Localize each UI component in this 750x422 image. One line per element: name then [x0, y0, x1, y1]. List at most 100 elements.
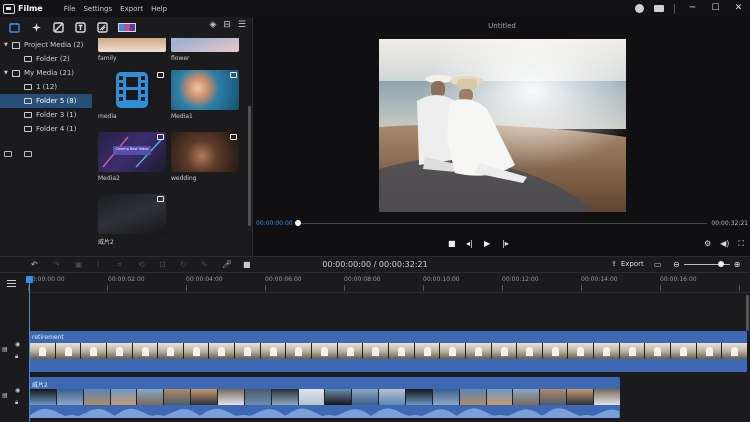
media-item-flower[interactable]: flower — [171, 38, 239, 62]
close-button[interactable]: ✕ — [727, 0, 750, 17]
zoom-handle[interactable] — [717, 261, 724, 267]
export-icon: ⇪ — [611, 260, 617, 268]
preview-canvas[interactable] — [379, 39, 626, 212]
menu-settings[interactable]: Settings — [83, 5, 112, 13]
clip-name: 威片2 — [32, 382, 48, 389]
stop-button[interactable]: ■ — [448, 239, 456, 248]
ruler-tick — [660, 285, 661, 291]
media-library: family flower media Media1 Cinema Rest V… — [92, 38, 252, 256]
volume-icon[interactable]: ◀) — [720, 239, 729, 249]
filmstrip-frame — [54, 343, 81, 359]
crop-icon[interactable]: ⌗ — [117, 260, 122, 270]
tree-item-folder-3[interactable]: Folder 3 (1) — [0, 108, 92, 122]
visibility-eye-icon[interactable]: ◉ — [15, 387, 20, 394]
filmstrip-frame — [485, 389, 513, 405]
timeline-scrollbar[interactable] — [746, 295, 749, 331]
tree-item-project-media[interactable]: ▼ Project Media (2) — [0, 38, 92, 52]
visibility-eye-icon[interactable]: ◉ — [15, 341, 20, 348]
time-ruler[interactable]: 00:00:00:00 00:00:02:00 00:00:04:00 00:0… — [28, 273, 750, 293]
filmstrip-frame — [270, 389, 298, 405]
filmstrip-frame — [378, 389, 406, 405]
tree-item-label: My Media (21) — [24, 69, 75, 77]
transition-icon[interactable] — [94, 20, 110, 36]
zoom-slider[interactable] — [683, 261, 730, 267]
rotate-icon[interactable]: ↻ — [180, 260, 187, 269]
ruler-tick — [265, 285, 266, 291]
ruler-tick — [502, 285, 503, 291]
filmstrip-frame — [593, 343, 619, 359]
preview-progress-handle[interactable] — [295, 220, 301, 226]
export-button[interactable]: ⇪ Export — [611, 260, 644, 268]
menu-file[interactable]: File — [64, 5, 76, 13]
media-icon[interactable] — [6, 20, 22, 36]
track-menu-icon[interactable] — [7, 280, 16, 287]
new-folder-icon[interactable] — [4, 151, 12, 157]
grid-view-icon[interactable]: ⊟ — [223, 20, 231, 30]
tree-item-folder[interactable]: Folder (2) — [0, 52, 92, 66]
maximize-button[interactable]: ☐ — [704, 0, 727, 17]
filmstrip-frame — [243, 389, 271, 405]
filmstrip-frame — [539, 389, 567, 405]
fullscreen-icon[interactable]: ⛶ — [738, 239, 744, 249]
tree-item-folder-4[interactable]: Folder 4 (1) — [0, 122, 92, 136]
settings-gear-icon[interactable]: ⚙ — [704, 239, 711, 249]
undo-icon[interactable]: ↶ — [31, 260, 38, 269]
microphone-icon[interactable]: 🎤︎ — [222, 260, 232, 269]
lock-icon[interactable]: 🔒︎ — [15, 353, 18, 361]
import-folder-icon[interactable] — [24, 151, 32, 157]
playhead[interactable] — [26, 276, 33, 422]
preview-progress-bar[interactable] — [297, 223, 707, 224]
zoom-out-icon[interactable]: ⊖ — [673, 260, 680, 269]
filmstrip-frame — [109, 389, 137, 405]
layers-icon[interactable]: ◈ — [209, 20, 216, 30]
split-icon[interactable]: ⌇ — [96, 260, 100, 269]
timeline: 00:00:00:00 00:00:02:00 00:00:04:00 00:0… — [0, 273, 750, 422]
filmstrip-frame — [541, 343, 568, 359]
timeline-clip-retirement[interactable]: retirement — [29, 331, 747, 372]
media-item-media1[interactable]: Media1 — [171, 70, 239, 120]
tree-item-folder-5[interactable]: Folder 5 (8) — [0, 94, 92, 108]
video-badge-icon — [157, 196, 164, 202]
minimize-button[interactable]: ─ — [681, 0, 704, 17]
ruler-label: 00:00:12:00 — [502, 276, 539, 283]
expand-arrow-icon[interactable]: ▼ — [4, 70, 12, 76]
step-forward-button[interactable]: |▸ — [502, 239, 509, 248]
ruler-label: 00:00:08:00 — [344, 276, 381, 283]
expand-arrow-icon[interactable]: ▼ — [4, 42, 12, 48]
account-icon[interactable] — [635, 4, 644, 13]
media-scrollbar[interactable] — [248, 106, 251, 226]
timeline-clip-2[interactable]: 威片2 — [29, 377, 620, 418]
window-controls: ─ ☐ ✕ — [635, 0, 750, 17]
step-back-button[interactable]: ◂| — [466, 239, 473, 248]
menu-export[interactable]: Export — [120, 5, 143, 13]
edit-icon[interactable]: ✎ — [201, 260, 208, 269]
play-button[interactable]: ▶ — [484, 239, 490, 248]
fit-icon[interactable]: ▭ — [654, 260, 662, 269]
filmstrip-frame — [297, 389, 325, 405]
media-item-media2[interactable]: Cinema Rest Video Media2 — [98, 132, 166, 182]
text-icon[interactable] — [72, 20, 88, 36]
speed-icon[interactable]: ⟲ — [138, 260, 145, 269]
redo-icon[interactable]: ↷ — [53, 260, 60, 269]
effects-icon[interactable] — [28, 20, 44, 36]
tree-item-1[interactable]: 1 (12) — [0, 80, 92, 94]
media-item-clip2[interactable]: 威片2 — [98, 194, 166, 246]
media-item-family[interactable]: family — [98, 38, 166, 62]
filmstrip-frame — [566, 389, 594, 405]
media-item-media[interactable]: media — [98, 70, 166, 120]
media-item-label: wedding — [171, 175, 197, 182]
delete-icon[interactable]: ▣ — [75, 260, 83, 269]
mail-icon[interactable] — [654, 5, 664, 12]
tree-item-my-media[interactable]: ▼ My Media (21) — [0, 66, 92, 80]
zoom-in-icon[interactable]: ⊕ — [734, 260, 741, 269]
media-item-wedding[interactable]: wedding — [171, 132, 239, 182]
menu-help[interactable]: Help — [151, 5, 167, 13]
lock-icon[interactable]: 🔒︎ — [15, 399, 18, 407]
filter-icon[interactable] — [50, 20, 66, 36]
camera-icon[interactable]: ■ — [243, 260, 251, 269]
freeze-icon[interactable]: ⊡ — [159, 260, 166, 269]
sort-icon[interactable]: ☰ — [238, 20, 246, 30]
template-icon[interactable] — [118, 23, 136, 32]
filmstrip-frame — [490, 343, 517, 359]
media-item-label: media — [98, 113, 117, 120]
